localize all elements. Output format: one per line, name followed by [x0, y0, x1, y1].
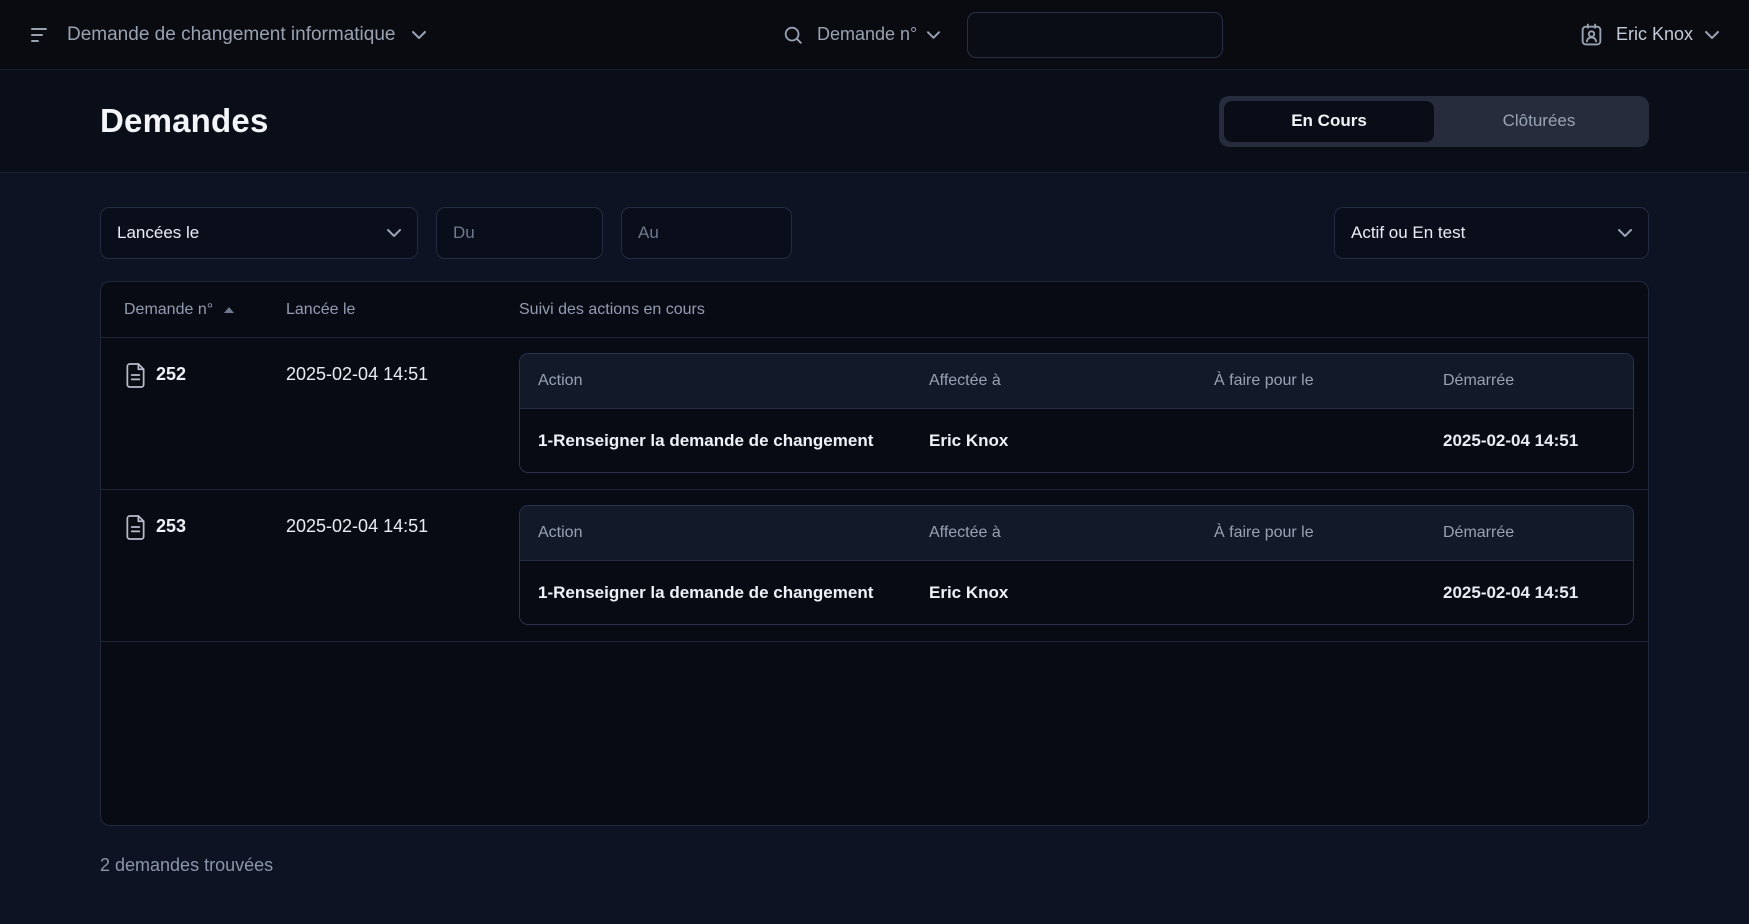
- due-col-header: À faire pour le: [1214, 372, 1314, 389]
- demandes-table: Demande n° Lancée le Suivi des actions e…: [100, 281, 1649, 826]
- document-icon: [124, 362, 147, 389]
- column-header-number[interactable]: Demande n°: [124, 301, 213, 319]
- page-header: Demandes En Cours Clôturées: [0, 70, 1749, 173]
- assignee-col-header: Affectée à: [929, 524, 1001, 541]
- action-col-header: Action: [538, 524, 583, 541]
- table-row[interactable]: 253 2025-02-04 14:51 Action Affectée à À…: [101, 490, 1648, 642]
- date-from-input[interactable]: [453, 223, 586, 243]
- tab-cloturees[interactable]: Clôturées: [1434, 101, 1644, 142]
- chevron-down-icon: [412, 30, 427, 39]
- document-icon: [124, 514, 147, 541]
- page-title: Demandes: [100, 102, 269, 139]
- due-col-header: À faire pour le: [1214, 524, 1314, 541]
- main-content: Lancées le Actif ou En test Demande n° L…: [0, 173, 1749, 924]
- started-col-header: Démarrée: [1443, 524, 1515, 541]
- results-count: 2 demandes trouvées: [100, 855, 274, 875]
- request-number: 253: [156, 516, 187, 536]
- tab-en-cours[interactable]: En Cours: [1224, 100, 1434, 142]
- date-to-wrapper: [621, 207, 792, 259]
- request-launch-date: 2025-02-04 14:51: [286, 364, 429, 384]
- sort-ascending-icon: [224, 306, 235, 313]
- actions-subtable: Action Affectée à À faire pour le Démarr…: [519, 353, 1634, 473]
- status-tabs: En Cours Clôturées: [1219, 95, 1649, 147]
- date-type-select[interactable]: Lancées le: [100, 207, 418, 259]
- user-name: Eric Knox: [1615, 24, 1693, 44]
- request-launch-date: 2025-02-04 14:51: [286, 516, 429, 536]
- action-started: 2025-02-04 14:51: [1443, 582, 1579, 602]
- action-started: 2025-02-04 14:51: [1443, 430, 1579, 450]
- table-empty-area: [101, 642, 1648, 825]
- app-selector[interactable]: Demande de changement informatique: [30, 23, 427, 46]
- global-search: Demande n°: [782, 0, 1224, 69]
- column-header-launched[interactable]: Lancée le: [286, 301, 519, 319]
- action-row[interactable]: 1-Renseigner la demande de changement Er…: [520, 560, 1633, 624]
- user-menu[interactable]: Eric Knox: [1579, 22, 1719, 47]
- date-to-input[interactable]: [638, 223, 775, 243]
- filter-bar: Lancées le Actif ou En test: [100, 207, 1649, 259]
- app-selector-label: Demande de changement informatique: [67, 23, 396, 45]
- actions-subtable: Action Affectée à À faire pour le Démarr…: [519, 505, 1634, 625]
- status-filter-select[interactable]: Actif ou En test: [1334, 207, 1649, 259]
- table-header-row: Demande n° Lancée le Suivi des actions e…: [101, 282, 1648, 338]
- action-col-header: Action: [538, 372, 583, 389]
- column-header-actions: Suivi des actions en cours: [519, 300, 705, 318]
- chevron-down-icon: [927, 30, 941, 39]
- started-col-header: Démarrée: [1443, 372, 1515, 389]
- search-icon: [782, 24, 804, 46]
- search-field-selector[interactable]: Demande n°: [817, 24, 941, 45]
- action-name: 1-Renseigner la demande de changement: [538, 582, 874, 602]
- chevron-down-icon: [387, 229, 401, 237]
- search-field-label: Demande n°: [817, 24, 918, 44]
- status-selected-value: Actif ou En test: [1351, 223, 1466, 242]
- assignee-col-header: Affectée à: [929, 372, 1001, 389]
- filter-lines-icon: [30, 26, 52, 44]
- chevron-down-icon: [1705, 30, 1719, 39]
- table-row[interactable]: 252 2025-02-04 14:51 Action Affectée à À…: [101, 338, 1648, 490]
- action-assignee: Eric Knox: [929, 582, 1009, 602]
- request-number: 252: [156, 364, 187, 384]
- actions-subtable-header: Action Affectée à À faire pour le Démarr…: [520, 506, 1633, 560]
- date-from-wrapper: [436, 207, 603, 259]
- user-badge-icon: [1579, 22, 1604, 47]
- action-name: 1-Renseigner la demande de changement: [538, 430, 874, 450]
- chevron-down-icon: [1618, 229, 1632, 237]
- date-type-selected-value: Lancées le: [117, 223, 200, 242]
- action-row[interactable]: 1-Renseigner la demande de changement Er…: [520, 408, 1633, 472]
- top-bar: Demande de changement informatique Deman…: [0, 0, 1749, 70]
- actions-subtable-header: Action Affectée à À faire pour le Démarr…: [520, 354, 1633, 408]
- action-assignee: Eric Knox: [929, 430, 1009, 450]
- search-input[interactable]: [967, 11, 1224, 58]
